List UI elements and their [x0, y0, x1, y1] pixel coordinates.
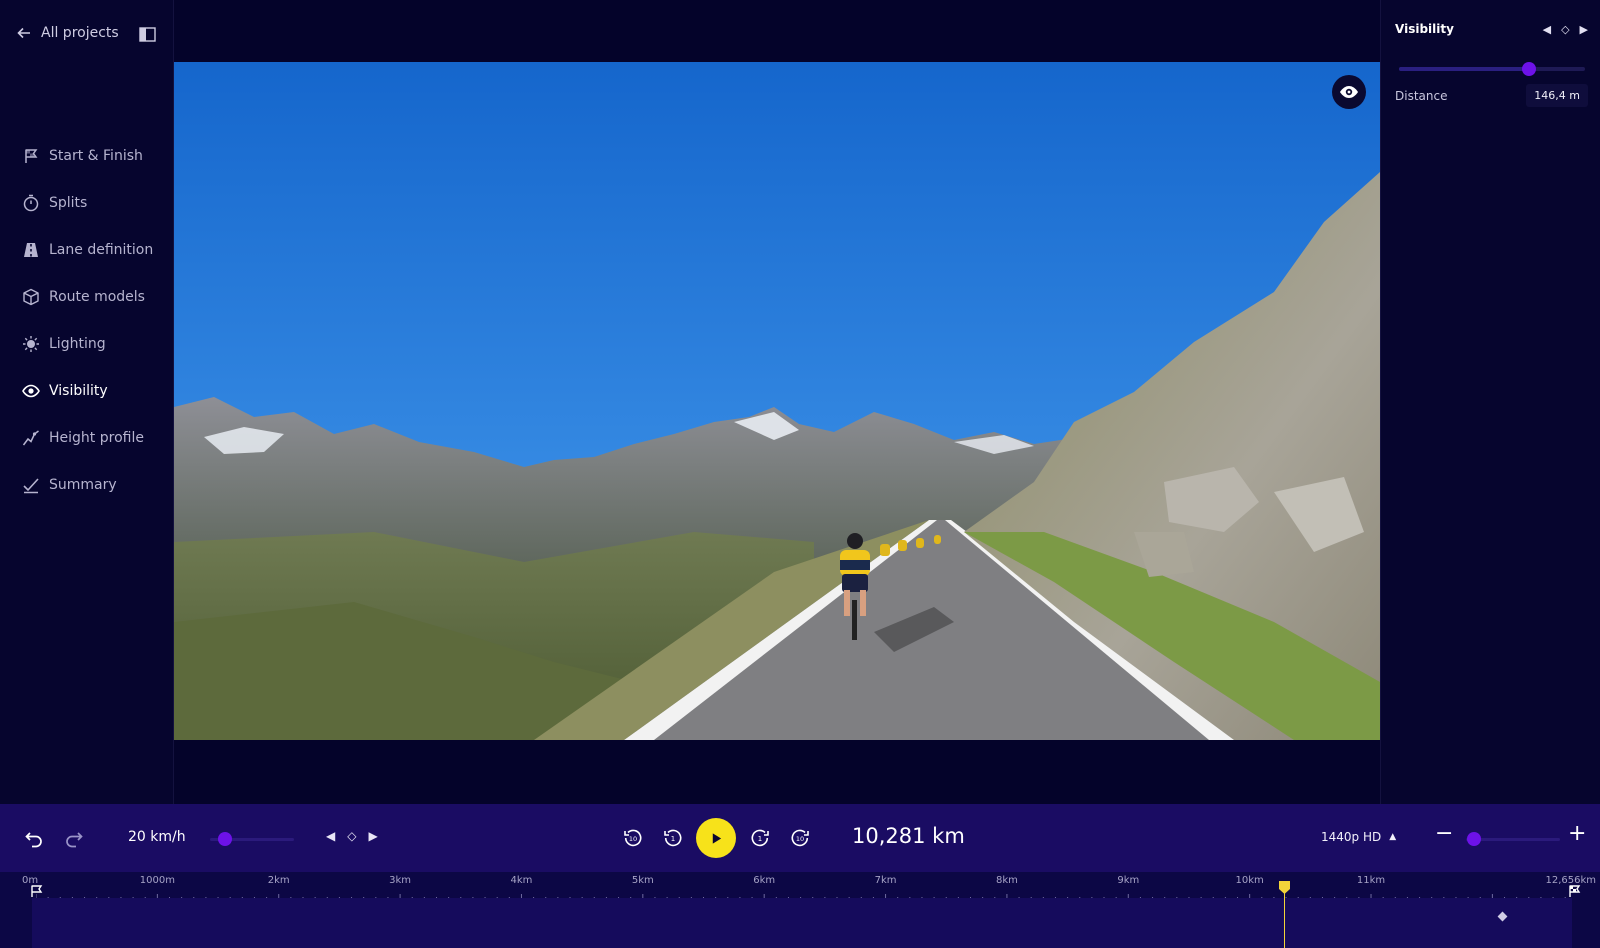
- transport-keyframe-controls: ◀ ◇ ▶: [326, 829, 378, 843]
- previous-keyframe-icon[interactable]: ◀: [1543, 23, 1551, 36]
- road-icon: [24, 242, 38, 257]
- svg-text:1: 1: [671, 835, 675, 843]
- cube-icon: [23, 288, 39, 305]
- timeline-tick-label: 8km: [995, 875, 1018, 886]
- skip-forward-button[interactable]: 1: [748, 826, 772, 850]
- distance-input[interactable]: 146,4 m: [1526, 84, 1588, 107]
- sidebar-item-splits[interactable]: Splits: [0, 179, 174, 226]
- distance-row: Distance 146,4 m: [1395, 84, 1588, 107]
- next-keyframe-icon[interactable]: ▶: [1580, 23, 1588, 36]
- checkmark-icon: [23, 477, 39, 493]
- redo-icon: [66, 832, 83, 848]
- sidebar-item-label: Splits: [49, 194, 88, 211]
- visibility-slider[interactable]: [1399, 62, 1585, 76]
- timeline[interactable]: 0m 1000m 2km 3km 4km 5km 6km 7km 8km 9km 10km 11km 1…: [0, 872, 1600, 948]
- arrow-left-icon: [17, 27, 30, 39]
- svg-text:1: 1: [758, 835, 762, 843]
- timeline-tick-label: 10km: [1235, 875, 1264, 886]
- skip-back-button[interactable]: 1: [661, 826, 685, 850]
- sidebar-item-label: Route models: [49, 288, 145, 305]
- timeline-tick-label: 6km: [753, 875, 776, 886]
- timeline-tick-label: 5km: [631, 875, 654, 886]
- rewind-10-icon: 10: [624, 829, 642, 847]
- panel-title: Visibility: [1395, 22, 1454, 36]
- keyframe-diamond-icon[interactable]: ◇: [1561, 23, 1569, 36]
- svg-text:10: 10: [629, 835, 637, 843]
- sidebar: All projects Start & Finish Splits Lane …: [0, 0, 174, 804]
- speed-slider-knob[interactable]: [218, 832, 233, 846]
- flag-icon: [25, 148, 38, 163]
- zoom-slider-knob[interactable]: [1466, 832, 1481, 846]
- visibility-slider-knob[interactable]: [1522, 62, 1537, 76]
- skip-back-10-button[interactable]: 10: [621, 826, 645, 850]
- stopwatch-icon: [23, 194, 39, 211]
- undo-icon: [25, 832, 42, 848]
- sidebar-nav: Start & Finish Splits Lane definition Ro…: [0, 132, 174, 508]
- zoom-in-button[interactable]: +: [1568, 821, 1586, 846]
- distance-label: Distance: [1395, 88, 1448, 103]
- timeline-tick-label: 1000m: [139, 875, 175, 886]
- playhead-handle[interactable]: [1278, 881, 1290, 894]
- sidebar-item-label: Lane definition: [49, 241, 154, 258]
- play-icon: [712, 832, 721, 844]
- back-link-label: All projects: [41, 25, 119, 41]
- sidebar-item-label: Summary: [49, 476, 117, 493]
- keyframe-controls: ◀ ◇ ▶: [1543, 23, 1588, 36]
- sidebar-item-label: Lighting: [49, 335, 106, 352]
- timeline-tick-label: 9km: [1117, 875, 1140, 886]
- sidebar-item-label: Height profile: [49, 429, 144, 446]
- svg-text:10: 10: [796, 835, 804, 843]
- keyframe-diamond-icon[interactable]: ◇: [347, 829, 356, 843]
- finish-flag-icon: [1569, 885, 1581, 897]
- sidebar-item-label: Start & Finish: [49, 147, 143, 164]
- eye-icon: [22, 384, 40, 397]
- speed-slider[interactable]: [210, 832, 294, 846]
- zoom-out-button[interactable]: −: [1435, 821, 1453, 846]
- properties-panel: Visibility ◀ ◇ ▶ Distance 146,4 m: [1380, 0, 1600, 804]
- forward-1-icon: 1: [751, 829, 769, 847]
- sidebar-item-summary[interactable]: Summary: [0, 461, 174, 508]
- eye-icon: [1340, 86, 1358, 98]
- playhead-line: [1283, 892, 1285, 948]
- previous-keyframe-icon[interactable]: ◀: [326, 829, 335, 843]
- rewind-1-icon: 1: [664, 829, 682, 847]
- forward-10-icon: 10: [791, 829, 809, 847]
- sidebar-item-label: Visibility: [49, 382, 108, 399]
- start-flag-icon: [31, 885, 43, 897]
- quality-value: 1440p HD: [1321, 830, 1382, 844]
- sidebar-item-lighting[interactable]: Lighting: [0, 320, 174, 367]
- undo-button[interactable]: [22, 826, 46, 850]
- sidebar-item-height-profile[interactable]: Height profile: [0, 414, 174, 461]
- video-preview[interactable]: [174, 62, 1380, 740]
- skip-forward-10-button[interactable]: 10: [788, 826, 812, 850]
- quality-dropdown[interactable]: 1440p HD ▲: [1321, 830, 1396, 844]
- sun-icon: [23, 335, 39, 352]
- timeline-track[interactable]: [32, 898, 1572, 948]
- sidebar-item-start-finish[interactable]: Start & Finish: [0, 132, 174, 179]
- speed-value: 20 km/h: [128, 829, 186, 845]
- caret-up-icon: ▲: [1389, 832, 1397, 842]
- transport-bar: 20 km/h ◀ ◇ ▶ 10 1 1 10 10,281 km 1440p …: [0, 804, 1600, 872]
- sidebar-toggle-icon[interactable]: [139, 27, 156, 42]
- timeline-tick-label: 4km: [510, 875, 533, 886]
- height-profile-icon: [22, 429, 39, 445]
- timeline-tick-label: 3km: [389, 875, 412, 886]
- sidebar-item-route-models[interactable]: Route models: [0, 273, 174, 320]
- properties-header: Visibility ◀ ◇ ▶: [1395, 22, 1588, 36]
- preview-visibility-toggle[interactable]: [1332, 75, 1366, 109]
- next-keyframe-icon[interactable]: ▶: [368, 829, 377, 843]
- timeline-tick-label: 11km: [1356, 875, 1386, 886]
- redo-button[interactable]: [62, 826, 86, 850]
- back-to-projects-link[interactable]: All projects: [16, 25, 119, 41]
- visibility-slider-fill: [1399, 67, 1530, 71]
- mountain-road-scene: [174, 62, 1380, 740]
- play-button[interactable]: [696, 818, 736, 858]
- current-distance: 10,281 km: [852, 824, 965, 848]
- timeline-tick-label: 7km: [874, 875, 897, 886]
- sidebar-item-visibility[interactable]: Visibility: [0, 367, 174, 414]
- zoom-slider[interactable]: [1466, 832, 1560, 846]
- sidebar-item-lane-definition[interactable]: Lane definition: [0, 226, 174, 273]
- timeline-tick-label: 2km: [267, 875, 290, 886]
